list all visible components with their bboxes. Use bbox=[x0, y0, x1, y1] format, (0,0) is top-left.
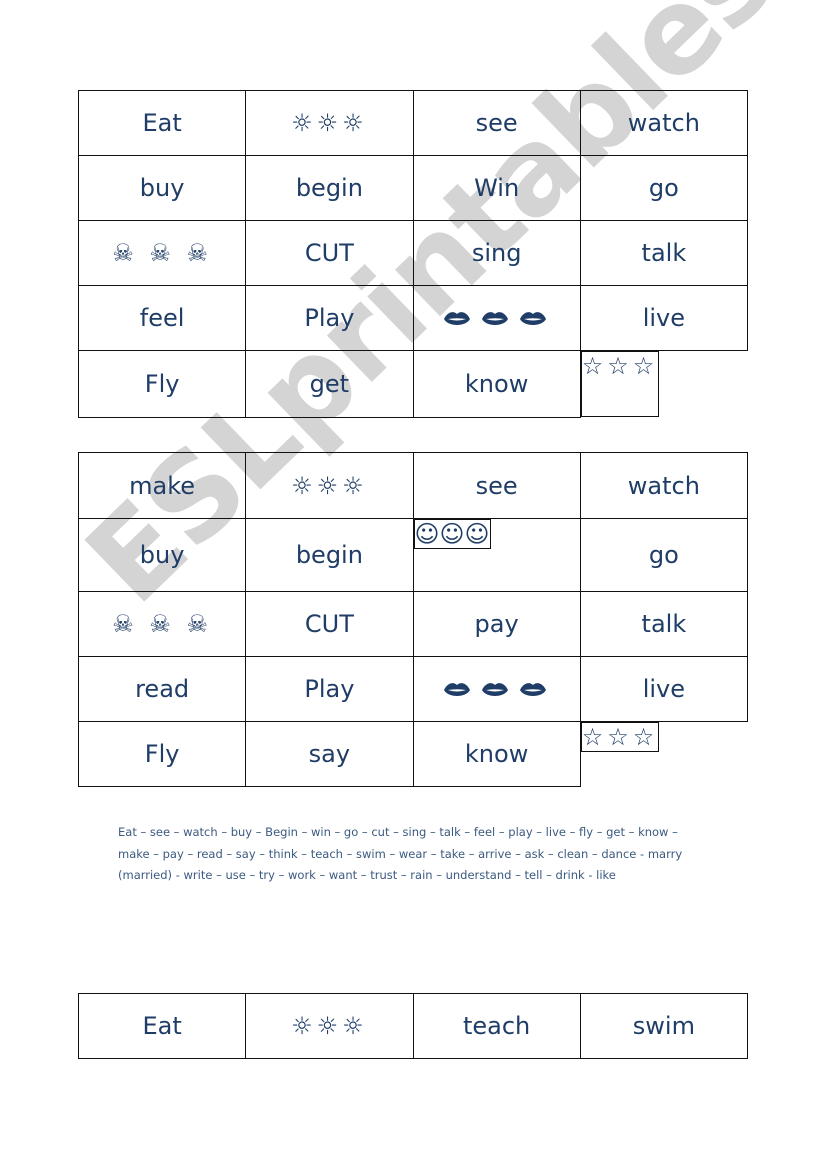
cell-word: feel bbox=[77, 285, 247, 351]
table-row: feel Play live bbox=[77, 285, 749, 351]
cell-word: sing bbox=[412, 220, 581, 286]
cell-word: buy bbox=[77, 155, 247, 221]
cell-word: CUT bbox=[245, 220, 414, 286]
lips-icon bbox=[443, 683, 546, 696]
table-row: Fly get know ☆☆☆ bbox=[77, 350, 748, 418]
cell-word: swim bbox=[579, 993, 749, 1059]
cell-word: know bbox=[412, 721, 581, 787]
cell-word: see bbox=[412, 90, 581, 156]
cell-word: Play bbox=[245, 285, 414, 351]
bingo-card-2: make ☼☼☼ see watch buy begin ☺☺☺ go ☠ ☠ … bbox=[77, 452, 749, 787]
cell-word: begin bbox=[245, 518, 414, 592]
cell-word: begin bbox=[245, 155, 414, 221]
table-row: read Play live bbox=[77, 656, 749, 722]
star-icons: ☆☆☆ bbox=[580, 351, 660, 417]
cell-word: buy bbox=[77, 518, 247, 592]
skull-icons: ☠ ☠ ☠ bbox=[77, 220, 247, 286]
bingo-card-1: Eat ☼☼☼ see watch buy begin Win go ☠ ☠ ☠… bbox=[77, 90, 749, 418]
cell-word: make bbox=[77, 452, 247, 519]
lips-icon bbox=[443, 312, 546, 325]
cell-word: Play bbox=[245, 656, 414, 722]
table-row: make ☼☼☼ see watch bbox=[77, 452, 749, 519]
table-row: ☠ ☠ ☠ CUT sing talk bbox=[77, 220, 749, 286]
cell-word: Win bbox=[412, 155, 581, 221]
cell-word: Fly bbox=[77, 350, 247, 418]
skull-icons: ☠ ☠ ☠ bbox=[77, 591, 247, 657]
word-list: Eat – see – watch – buy – Begin – win – … bbox=[118, 825, 683, 882]
lips-icons bbox=[412, 285, 581, 351]
cell-word: go bbox=[579, 518, 749, 592]
bingo-card-3: Eat ☼☼☼ teach swim bbox=[77, 993, 749, 1059]
cell-word: talk bbox=[579, 591, 749, 657]
cell-word: live bbox=[579, 285, 749, 351]
cell-word: CUT bbox=[245, 591, 414, 657]
cell-word: watch bbox=[579, 452, 749, 519]
cell-word: live bbox=[579, 656, 749, 722]
table-row: Eat ☼☼☼ teach swim bbox=[77, 993, 749, 1059]
table-row: buy begin Win go bbox=[77, 155, 749, 221]
sun-icons: ☼☼☼ bbox=[245, 452, 414, 519]
table-row: Eat ☼☼☼ see watch bbox=[77, 90, 749, 156]
cell-word: pay bbox=[412, 591, 581, 657]
cell-word: read bbox=[77, 656, 247, 722]
cell-word: know bbox=[412, 350, 581, 418]
cell-word: say bbox=[245, 721, 414, 787]
table-row: ☠ ☠ ☠ CUT pay talk bbox=[77, 591, 749, 657]
cell-word: Fly bbox=[77, 721, 247, 787]
sun-icons: ☼☼☼ bbox=[245, 993, 414, 1059]
cell-word: talk bbox=[579, 220, 749, 286]
cell-word: teach bbox=[412, 993, 581, 1059]
sun-icons: ☼☼☼ bbox=[245, 90, 414, 156]
table-row: buy begin ☺☺☺ go bbox=[77, 518, 749, 592]
cell-word: Eat bbox=[77, 90, 247, 156]
cell-word: see bbox=[412, 452, 581, 519]
cell-word: watch bbox=[579, 90, 749, 156]
cell-word: go bbox=[579, 155, 749, 221]
cell-word: get bbox=[245, 350, 414, 418]
table-row: Fly say know ☆☆☆ bbox=[77, 721, 748, 787]
smile-icons: ☺☺☺ bbox=[413, 519, 491, 549]
star-icons: ☆☆☆ bbox=[580, 722, 660, 752]
lips-icons bbox=[412, 656, 581, 722]
cell-word: Eat bbox=[77, 993, 247, 1059]
